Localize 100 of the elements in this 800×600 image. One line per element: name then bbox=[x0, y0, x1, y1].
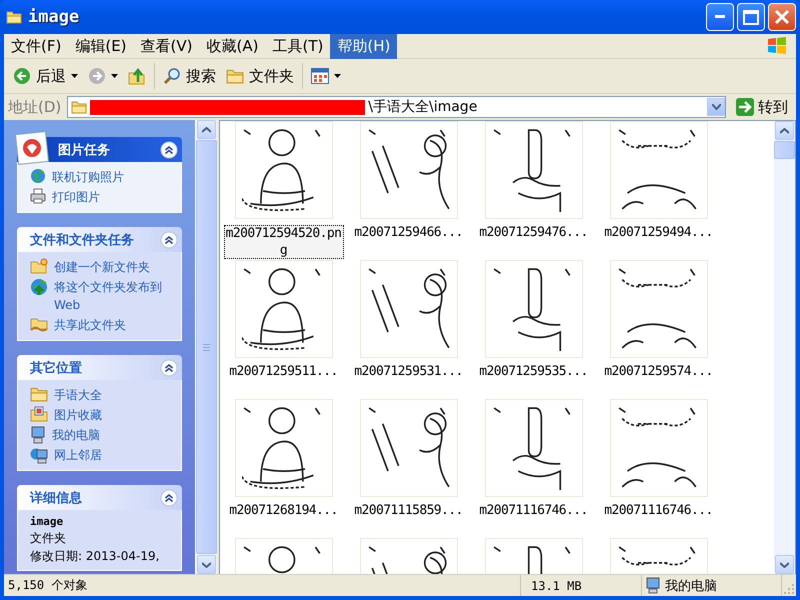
go-arrow-icon bbox=[736, 98, 754, 116]
folder-icon bbox=[30, 386, 48, 402]
collapse-button[interactable] bbox=[160, 140, 178, 158]
caret-icon bbox=[71, 74, 78, 78]
file-name[interactable]: m200712594520.png bbox=[224, 225, 344, 259]
file-name[interactable]: m20071115859... bbox=[353, 503, 464, 518]
file-name[interactable]: m20071116746... bbox=[603, 503, 714, 518]
dropdown-button[interactable] bbox=[707, 98, 725, 116]
details-date: 修改日期: 2013-04-19, bbox=[30, 548, 160, 564]
collapse-button[interactable] bbox=[160, 488, 178, 506]
task-link[interactable]: 将这个文件夹发布到 Web bbox=[54, 278, 175, 314]
views-grid-icon bbox=[311, 68, 329, 84]
search-button[interactable]: 搜索 bbox=[158, 64, 221, 88]
section-title: 详细信息 bbox=[30, 490, 82, 506]
minimize-icon bbox=[715, 15, 725, 19]
folder-icon bbox=[6, 10, 22, 24]
file-name[interactable]: m20071259494... bbox=[603, 225, 714, 240]
image-thumbnail[interactable] bbox=[360, 399, 458, 497]
file-name[interactable]: m20071259535... bbox=[478, 364, 589, 379]
new-folder-icon bbox=[30, 258, 48, 274]
scroll-up-button[interactable] bbox=[775, 121, 794, 140]
scroll-down-button[interactable] bbox=[775, 555, 794, 574]
menu-item[interactable]: 查看(V) bbox=[134, 34, 200, 58]
image-thumbnail[interactable] bbox=[360, 121, 458, 219]
pictures-folder-icon bbox=[30, 406, 48, 422]
file-name[interactable]: m20071259531... bbox=[353, 364, 464, 379]
go-button[interactable]: 转到 bbox=[732, 98, 792, 116]
folder-icon bbox=[71, 100, 88, 114]
globe-icon bbox=[30, 168, 46, 184]
total-size: 13.1 MB bbox=[531, 578, 582, 592]
windows-logo-icon bbox=[766, 36, 788, 56]
task-link[interactable]: 网上邻居 bbox=[54, 446, 175, 464]
collapse-button[interactable] bbox=[160, 358, 178, 376]
menu-item[interactable]: 帮助(H) bbox=[330, 34, 398, 58]
caret-icon bbox=[202, 562, 211, 568]
image-thumbnail[interactable] bbox=[484, 399, 582, 497]
image-thumbnail[interactable] bbox=[610, 121, 708, 219]
image-thumbnail[interactable] bbox=[484, 260, 582, 358]
scroll-down-button[interactable] bbox=[197, 555, 216, 574]
caret-icon bbox=[202, 126, 211, 132]
object-count: 5,150 个对象 bbox=[8, 577, 88, 594]
image-thumbnail[interactable] bbox=[610, 399, 708, 497]
address-field[interactable]: \手语大全\image bbox=[67, 96, 726, 118]
task-link[interactable]: 图片收藏 bbox=[54, 406, 175, 424]
image-thumbnail[interactable] bbox=[234, 399, 332, 497]
task-link[interactable]: 联机订购照片 bbox=[52, 168, 175, 186]
window-title: image bbox=[28, 7, 80, 27]
grip-icon bbox=[203, 344, 210, 350]
caret-icon bbox=[334, 74, 341, 78]
address-text: \手语大全\image bbox=[368, 98, 478, 116]
task-link[interactable]: 共享此文件夹 bbox=[54, 316, 175, 334]
details-name: image bbox=[30, 516, 64, 528]
folder-icon bbox=[226, 68, 244, 84]
scroll-thumb[interactable] bbox=[774, 141, 795, 159]
details-type: 文件夹 bbox=[30, 530, 67, 546]
section-title: 其它位置 bbox=[30, 360, 82, 376]
file-name[interactable]: m20071259574... bbox=[603, 364, 714, 379]
menu-item[interactable]: 工具(T) bbox=[265, 34, 330, 58]
computer-icon bbox=[30, 426, 46, 444]
scrollbar[interactable] bbox=[774, 121, 795, 574]
task-link[interactable]: 手语大全 bbox=[54, 386, 175, 404]
minimize-button[interactable] bbox=[706, 3, 734, 31]
image-thumbnail[interactable] bbox=[360, 260, 458, 358]
image-thumbnail[interactable] bbox=[234, 260, 332, 358]
close-button[interactable] bbox=[768, 3, 796, 31]
close-icon bbox=[774, 9, 790, 25]
file-name[interactable]: m20071259476... bbox=[478, 225, 589, 240]
caret-icon bbox=[712, 104, 720, 110]
resize-grip-icon bbox=[782, 582, 796, 596]
maximize-icon bbox=[743, 10, 759, 24]
scroll-up-button[interactable] bbox=[197, 120, 216, 139]
collapse-button[interactable] bbox=[160, 230, 178, 248]
task-link[interactable]: 我的电脑 bbox=[52, 426, 175, 444]
task-link[interactable]: 打印图片 bbox=[52, 188, 175, 206]
caret-icon bbox=[780, 562, 789, 568]
file-name[interactable]: m20071259466... bbox=[353, 225, 464, 240]
image-thumbnail[interactable] bbox=[234, 121, 332, 219]
back-button[interactable]: 后退 bbox=[8, 64, 83, 88]
caret-icon bbox=[111, 74, 118, 78]
search-icon bbox=[163, 67, 181, 85]
file-name[interactable]: m20071268194... bbox=[228, 503, 339, 518]
task-link[interactable]: 创建一个新文件夹 bbox=[54, 258, 175, 276]
menu-item[interactable]: 编辑(E) bbox=[68, 34, 134, 58]
folder-up-arrow-icon bbox=[128, 67, 146, 85]
menu-item[interactable]: 文件(F) bbox=[4, 34, 68, 58]
network-computers-icon bbox=[30, 446, 48, 464]
caret-icon bbox=[780, 128, 789, 134]
file-name[interactable]: m20071116746... bbox=[478, 503, 589, 518]
printer-icon bbox=[30, 188, 46, 204]
maximize-button[interactable] bbox=[737, 3, 765, 31]
image-thumbnail[interactable] bbox=[484, 121, 582, 219]
shared-folder-icon bbox=[30, 316, 48, 332]
address-label: 地址(D) bbox=[8, 98, 62, 116]
folders-button[interactable]: 文件夹 bbox=[221, 64, 299, 88]
image-thumbnail[interactable] bbox=[610, 260, 708, 358]
file-name[interactable]: m20071259511... bbox=[228, 364, 339, 379]
menu-item[interactable]: 收藏(A) bbox=[200, 34, 266, 58]
zone-label: 我的电脑 bbox=[665, 578, 717, 594]
section-title: 文件和文件夹任务 bbox=[30, 232, 134, 248]
section-title: 图片任务 bbox=[58, 142, 110, 158]
